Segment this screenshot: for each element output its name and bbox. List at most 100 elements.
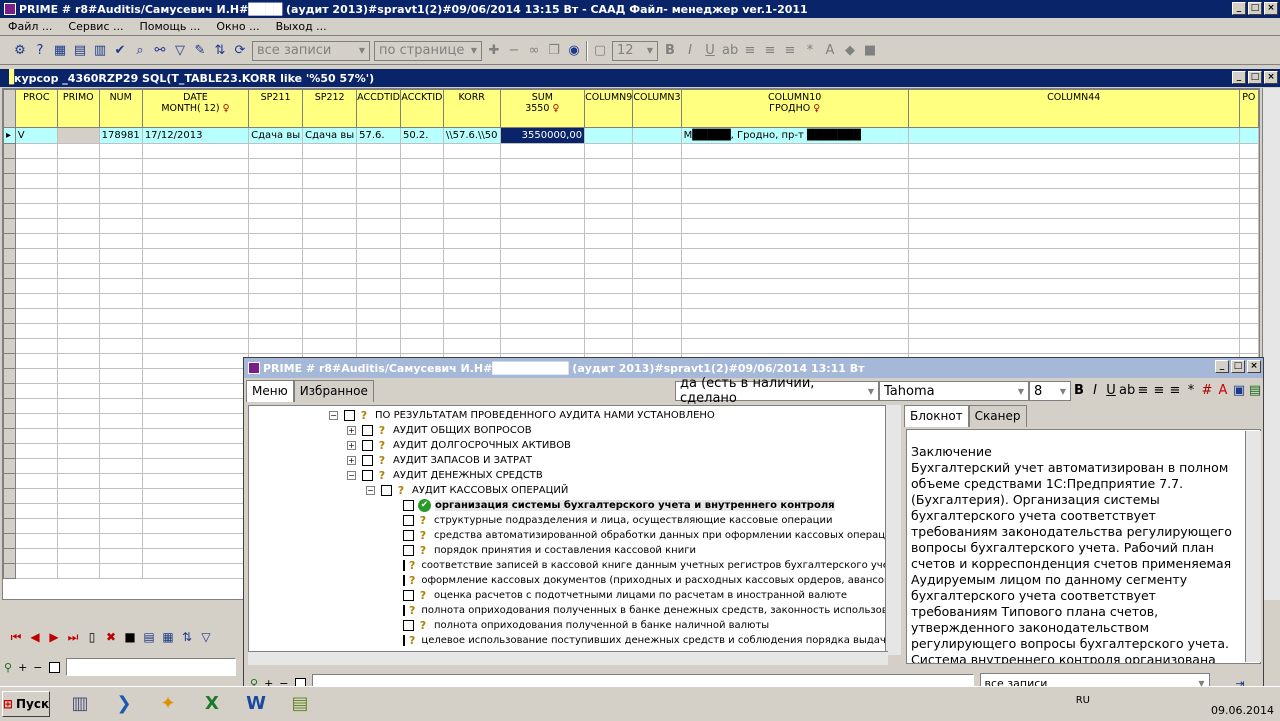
notebook-text-area[interactable]: Заключение Бухгалтерский учет автоматизи…: [906, 429, 1261, 664]
tree-checkbox[interactable]: [403, 500, 414, 511]
collapse-icon[interactable]: −: [347, 471, 356, 480]
strike-icon[interactable]: ab: [722, 43, 738, 59]
table-cell[interactable]: [141, 443, 250, 459]
dialog-italic-button[interactable]: I: [1087, 383, 1103, 399]
table-cell[interactable]: [907, 308, 1240, 324]
table-cell[interactable]: [141, 173, 250, 189]
table-cell[interactable]: [680, 173, 909, 189]
table-cell[interactable]: [499, 278, 586, 294]
table-grid-icon[interactable]: #: [1199, 383, 1215, 399]
dialog-font-size-combo[interactable]: 8 ▼: [1029, 381, 1071, 401]
table-cell[interactable]: [356, 323, 401, 339]
page-combo[interactable]: по странице ▼: [374, 40, 482, 61]
tree-checkbox[interactable]: [403, 635, 405, 646]
plus-button[interactable]: +: [18, 661, 27, 674]
filter-person-icon[interactable]: ♀: [813, 103, 820, 114]
table-cell[interactable]: [400, 293, 444, 309]
table-cell[interactable]: [56, 443, 100, 459]
table-cell[interactable]: [98, 473, 143, 489]
table-cell[interactable]: [907, 233, 1240, 249]
table-row[interactable]: [3, 173, 1259, 189]
prev-record-icon[interactable]: ◀: [27, 630, 43, 644]
table-cell[interactable]: [632, 248, 682, 264]
table-cell[interactable]: [1238, 323, 1259, 339]
table-cell[interactable]: [98, 353, 143, 369]
table-cell[interactable]: [499, 173, 586, 189]
table-cell[interactable]: [248, 203, 304, 219]
save-icon[interactable]: ■: [862, 43, 878, 59]
grid-icon[interactable]: ▥: [92, 43, 108, 59]
cell-sp212[interactable]: Сдача вы: [302, 127, 358, 144]
align-left-icon[interactable]: ≡: [1135, 383, 1151, 399]
table-cell[interactable]: [907, 143, 1240, 159]
books-app-icon[interactable]: ▤: [286, 691, 314, 717]
table-cell[interactable]: [499, 308, 586, 324]
table-cell[interactable]: [141, 413, 250, 429]
records-combo[interactable]: все записи ▼: [252, 40, 370, 61]
table-cell[interactable]: [1238, 293, 1259, 309]
table-cell[interactable]: [141, 398, 250, 414]
tree-checkbox[interactable]: [362, 440, 373, 451]
table-cell[interactable]: [680, 248, 909, 264]
table-cell[interactable]: [98, 203, 143, 219]
cell-proc[interactable]: V: [14, 127, 58, 144]
table-cell[interactable]: [632, 188, 682, 204]
table-cell[interactable]: [14, 233, 58, 249]
table-cell[interactable]: [141, 338, 250, 354]
cell-column3[interactable]: [632, 127, 682, 144]
table-cell[interactable]: [56, 203, 100, 219]
table-cell[interactable]: [141, 548, 250, 564]
cell-korr[interactable]: \\57.6.\\50: [442, 127, 501, 144]
table-cell[interactable]: [302, 203, 358, 219]
table-cell[interactable]: [400, 323, 444, 339]
table-cell[interactable]: [141, 323, 250, 339]
menu-service[interactable]: Сервис ...: [60, 20, 131, 33]
table-cell[interactable]: [1238, 338, 1259, 354]
expand-icon[interactable]: +: [347, 426, 356, 435]
tab-scanner[interactable]: Сканер: [968, 405, 1027, 427]
table-cell[interactable]: [141, 143, 250, 159]
table-cell[interactable]: [56, 248, 100, 264]
cell-accdtid[interactable]: 57.6.: [356, 127, 401, 144]
table-cell[interactable]: [907, 203, 1240, 219]
table-cell[interactable]: [14, 338, 58, 354]
table-cell[interactable]: [584, 188, 634, 204]
table-cell[interactable]: [141, 488, 250, 504]
collapse-icon[interactable]: −: [329, 411, 338, 420]
table-cell[interactable]: [14, 518, 58, 534]
table-cell[interactable]: [14, 203, 58, 219]
cell-po[interactable]: [1238, 127, 1259, 144]
table-row[interactable]: [3, 293, 1259, 309]
table-cell[interactable]: [141, 278, 250, 294]
table-cell[interactable]: [98, 173, 143, 189]
expand-icon[interactable]: +: [347, 456, 356, 465]
table-cell[interactable]: [141, 518, 250, 534]
table-cell[interactable]: [632, 218, 682, 234]
tab-menu[interactable]: Меню: [246, 380, 294, 402]
table-cell[interactable]: [584, 173, 634, 189]
bottom-input-field[interactable]: [65, 658, 236, 676]
table-cell[interactable]: [632, 158, 682, 174]
filter-person-icon[interactable]: ♀: [552, 103, 559, 114]
cursor-maximize-button[interactable]: □: [1248, 71, 1262, 84]
tree-node[interactable]: ? соответствие записей в кассовой книге д…: [249, 558, 899, 573]
link-icon[interactable]: ∞: [526, 43, 542, 59]
table-cell[interactable]: [98, 458, 143, 474]
table-cell[interactable]: [400, 263, 444, 279]
table-cell[interactable]: [56, 368, 100, 384]
table-cell[interactable]: [14, 473, 58, 489]
col-accktid[interactable]: ACCKTID: [400, 89, 444, 128]
sort-az-icon[interactable]: ⇅: [179, 630, 195, 644]
table-cell[interactable]: [680, 293, 909, 309]
table-cell[interactable]: [248, 218, 304, 234]
table-cell[interactable]: [14, 293, 58, 309]
table-cell[interactable]: [56, 458, 100, 474]
table-cell[interactable]: [14, 398, 58, 414]
table-cell[interactable]: [98, 503, 143, 519]
table-cell[interactable]: [248, 323, 304, 339]
table-cell[interactable]: [302, 143, 358, 159]
close-button[interactable]: ×: [1264, 2, 1278, 15]
table-cell[interactable]: [248, 293, 304, 309]
table-cell[interactable]: [442, 338, 501, 354]
table-cell[interactable]: [14, 188, 58, 204]
